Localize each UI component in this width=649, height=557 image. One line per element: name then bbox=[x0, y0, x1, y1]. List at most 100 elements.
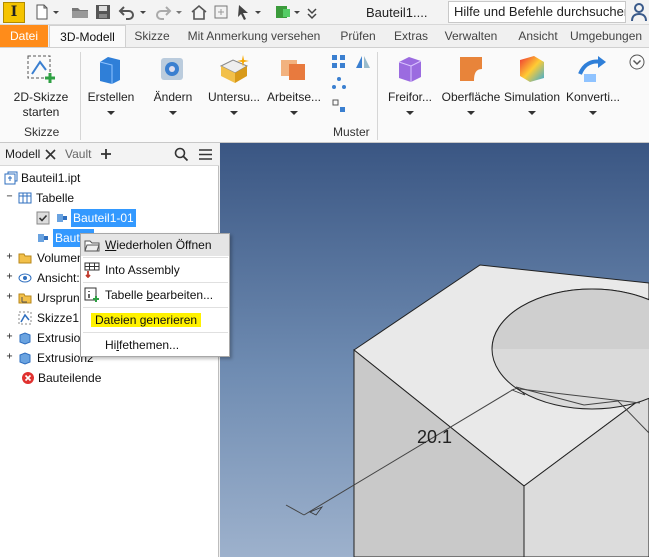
extrusion-icon bbox=[19, 332, 31, 345]
document-title: Bauteil1.... bbox=[366, 5, 428, 20]
table-icon bbox=[18, 192, 32, 204]
surface-button[interactable]: Oberfläche bbox=[440, 52, 502, 115]
end-of-part-icon bbox=[22, 372, 34, 384]
tab-view[interactable]: Ansicht bbox=[510, 25, 566, 47]
tree-node-member-1[interactable]: Bauteil1-01 bbox=[36, 209, 216, 227]
member-icon bbox=[38, 234, 48, 242]
tree-node-end-of-part[interactable]: Bauteilende bbox=[4, 369, 124, 387]
select-icon[interactable] bbox=[235, 3, 253, 21]
tab-vault[interactable]: Vault bbox=[65, 147, 91, 161]
tab-sketch[interactable]: Skizze bbox=[130, 25, 174, 47]
home-icon[interactable] bbox=[190, 3, 208, 21]
convert-button[interactable]: Konverti... bbox=[564, 52, 622, 115]
expand-icon[interactable]: + bbox=[5, 352, 14, 362]
undo-icon[interactable] bbox=[118, 3, 136, 21]
solid-bodies-label: Volumenk bbox=[37, 251, 80, 265]
tree-node-origin[interactable]: + Ursprung bbox=[4, 289, 80, 307]
sketch-icon bbox=[27, 55, 55, 83]
tab-model[interactable]: Modell bbox=[5, 147, 40, 161]
edit-table-icon bbox=[84, 287, 99, 302]
explore-button[interactable]: Untersu... bbox=[206, 52, 262, 115]
modify-button[interactable]: Ändern bbox=[148, 52, 198, 115]
create-button-label: Erstellen bbox=[87, 90, 135, 104]
sketch-button-line1: 2D-Skizze bbox=[13, 90, 69, 104]
user-account-icon[interactable] bbox=[630, 2, 648, 22]
menu-item-generate-files[interactable]: Dateien generieren bbox=[81, 309, 229, 331]
ribbon-options-icon[interactable] bbox=[629, 54, 645, 70]
tree-node-root[interactable]: Bauteil1.ipt bbox=[4, 169, 204, 187]
new-file-icon[interactable] bbox=[33, 3, 51, 21]
ribbon-panel: 2D-Skizze starten Skizze Erstellen Änder… bbox=[0, 47, 649, 143]
simulation-icon bbox=[520, 56, 544, 82]
part-file-icon bbox=[4, 171, 18, 185]
create-button[interactable]: Erstellen bbox=[86, 52, 136, 115]
circular-pattern-icon[interactable] bbox=[331, 76, 347, 92]
tab-manage[interactable]: Verwalten bbox=[440, 25, 502, 47]
expand-icon[interactable]: + bbox=[5, 272, 14, 282]
tab-environments[interactable]: Umgebungen bbox=[570, 25, 649, 47]
mirror-icon[interactable] bbox=[355, 54, 371, 70]
surface-icon bbox=[460, 57, 482, 81]
expand-icon[interactable]: + bbox=[5, 332, 14, 342]
menu-item-into-assembly[interactable]: Into Assembly bbox=[81, 259, 229, 281]
app-logo[interactable]: I bbox=[3, 2, 25, 23]
tree-node-extrusion1[interactable]: + Extrusion bbox=[4, 329, 80, 347]
explore-icon bbox=[219, 55, 249, 83]
redo-dropdown-icon[interactable] bbox=[174, 3, 184, 21]
work-features-label: Arbeitse... bbox=[266, 90, 322, 104]
material-dropdown-icon[interactable] bbox=[292, 3, 302, 21]
material-icon[interactable] bbox=[274, 3, 292, 21]
tree-node-view[interactable]: + Ansicht: bbox=[4, 269, 80, 287]
collapse-icon[interactable]: − bbox=[5, 192, 14, 202]
menu-item-help-topics[interactable]: Hilfethemen... bbox=[81, 334, 229, 356]
folder-icon bbox=[18, 253, 32, 264]
graphics-viewport[interactable]: 20.1 bbox=[220, 143, 649, 557]
freeform-button[interactable]: Freifor... bbox=[384, 52, 436, 115]
qat-more-icon[interactable] bbox=[306, 3, 318, 21]
search-icon[interactable] bbox=[174, 147, 189, 162]
simulation-button[interactable]: Simulation bbox=[502, 52, 562, 115]
help-search-input[interactable]: Hilfe und Befehle durchsuchen... bbox=[448, 1, 626, 23]
undo-dropdown-icon[interactable] bbox=[138, 3, 148, 21]
sketch-group-label: Skizze bbox=[24, 125, 60, 139]
select-dropdown-icon[interactable] bbox=[253, 3, 263, 21]
redo-icon[interactable] bbox=[154, 3, 172, 21]
freeform-label: Freifor... bbox=[387, 90, 432, 104]
sketch1-label: Skizze1 bbox=[37, 311, 80, 325]
rectangular-pattern-icon[interactable] bbox=[331, 54, 347, 70]
update-icon[interactable] bbox=[212, 3, 230, 21]
into-assembly-icon bbox=[84, 262, 100, 278]
menu-item-edit-table[interactable]: Tabelle bearbeiten... bbox=[81, 284, 229, 306]
convert-label: Konverti... bbox=[565, 90, 621, 104]
origin-label: Ursprung bbox=[37, 291, 80, 305]
open-folder-icon[interactable] bbox=[71, 3, 89, 21]
menu-separator bbox=[83, 307, 228, 308]
work-plane-icon bbox=[281, 60, 305, 80]
tab-file[interactable]: Datei bbox=[0, 25, 48, 47]
explore-button-label: Untersu... bbox=[207, 90, 261, 104]
new-dropdown-icon[interactable] bbox=[51, 3, 61, 21]
ribbon-separator bbox=[377, 52, 378, 140]
add-tab-icon[interactable] bbox=[100, 148, 112, 160]
dimension-value[interactable]: 20.1 bbox=[417, 427, 452, 448]
save-icon[interactable] bbox=[94, 3, 112, 21]
open-folder-icon bbox=[84, 240, 100, 252]
tab-annotate[interactable]: Mit Anmerkung versehen bbox=[180, 25, 328, 47]
close-icon[interactable] bbox=[45, 149, 56, 160]
expand-icon[interactable]: + bbox=[5, 292, 14, 302]
expand-icon[interactable]: + bbox=[5, 252, 14, 262]
simulation-label: Simulation bbox=[503, 90, 561, 104]
tab-inspect[interactable]: Prüfen bbox=[334, 25, 382, 47]
work-features-button[interactable]: Arbeitse... bbox=[265, 52, 323, 115]
menu-item-repeat-open[interactable]: Wiederholen Öffnen bbox=[81, 234, 229, 256]
sketch-pattern-icon[interactable] bbox=[331, 98, 347, 114]
tab-tools[interactable]: Extras bbox=[388, 25, 434, 47]
tab-3d-model[interactable]: 3D-Modell bbox=[49, 25, 126, 47]
table-label: Tabelle bbox=[36, 191, 75, 205]
tree-node-table[interactable]: − Tabelle bbox=[4, 189, 204, 207]
start-2d-sketch-button[interactable]: 2D-Skizze starten bbox=[6, 52, 76, 120]
menu-icon[interactable] bbox=[198, 148, 213, 161]
checkbox-checked-icon[interactable] bbox=[36, 211, 50, 225]
menu-separator bbox=[83, 282, 228, 283]
tree-node-solid-bodies[interactable]: + Volumenk bbox=[4, 249, 80, 267]
